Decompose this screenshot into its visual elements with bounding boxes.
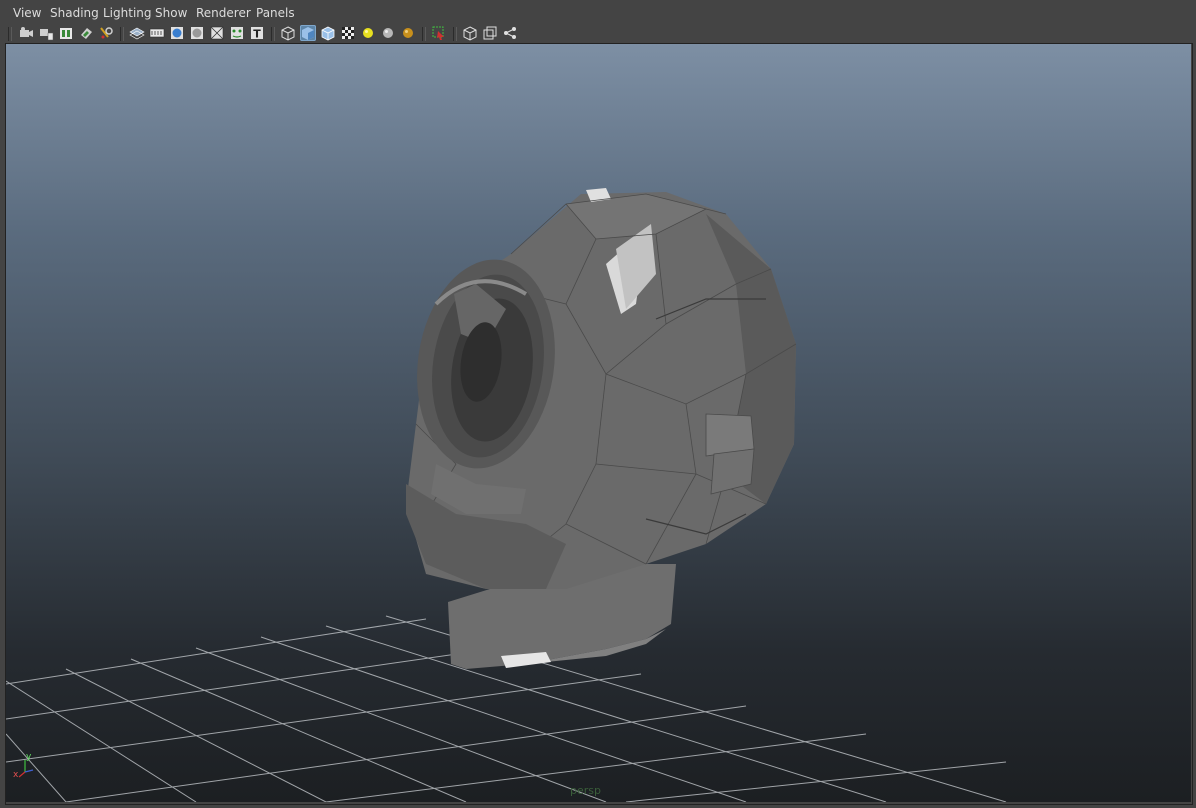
hardware-texture-icon[interactable]	[400, 25, 416, 41]
panel-toolbar: T	[0, 24, 1196, 44]
svg-text:T: T	[253, 28, 261, 41]
axis-x-label: x	[13, 770, 19, 780]
menu-renderer[interactable]: Renderer	[196, 4, 251, 22]
smooth-shaded-active-icon[interactable]	[300, 25, 316, 41]
grid-icon[interactable]	[129, 25, 145, 41]
bookmarks-icon[interactable]	[58, 25, 74, 41]
select-camera-icon[interactable]	[18, 25, 34, 41]
flat-shade-icon[interactable]	[189, 25, 205, 41]
menu-panels[interactable]: Panels	[256, 4, 295, 22]
shadows-icon[interactable]	[380, 25, 396, 41]
menu-view[interactable]: View	[13, 4, 41, 22]
wireframe-icon[interactable]	[209, 25, 225, 41]
hypergraph-icon[interactable]	[502, 25, 518, 41]
default-lighting-icon[interactable]	[280, 25, 296, 41]
wireframe-on-shaded-icon[interactable]	[320, 25, 336, 41]
camera-name-label: persp	[570, 784, 601, 797]
isolate-select-icon[interactable]	[431, 25, 447, 41]
panel-menubar: View Shading Lighting Show Renderer Pane…	[0, 0, 1196, 24]
3d-viewport[interactable]: y x	[6, 44, 1191, 802]
smooth-shade-icon[interactable]	[169, 25, 185, 41]
texture-icon[interactable]: T	[249, 25, 265, 41]
toolbar-separator	[8, 27, 12, 41]
xray-icon[interactable]	[229, 25, 245, 41]
two-view-icon[interactable]	[482, 25, 498, 41]
maya-viewport-panel: View Shading Lighting Show Renderer Pane…	[0, 0, 1196, 808]
menu-lighting[interactable]: Lighting	[103, 4, 152, 22]
toolbar-separator	[120, 27, 124, 41]
menu-show[interactable]: Show	[155, 4, 187, 22]
toolbar-separator	[271, 27, 275, 41]
view-axis-indicator: y x	[13, 752, 34, 780]
helmet-model[interactable]	[404, 188, 797, 669]
single-view-icon[interactable]	[462, 25, 478, 41]
camera-attributes-icon[interactable]	[38, 25, 54, 41]
camera-tools-icon[interactable]	[98, 25, 114, 41]
toolbar-separator	[453, 27, 457, 41]
viewport-scene: y x	[6, 188, 1007, 802]
resolution-gate-icon[interactable]	[149, 25, 165, 41]
image-plane-icon[interactable]	[78, 25, 94, 41]
axis-y-label: y	[26, 752, 32, 762]
textured-icon[interactable]	[340, 25, 356, 41]
all-lights-icon[interactable]	[360, 25, 376, 41]
toolbar-separator	[422, 27, 426, 41]
menu-shading[interactable]: Shading	[50, 4, 99, 22]
